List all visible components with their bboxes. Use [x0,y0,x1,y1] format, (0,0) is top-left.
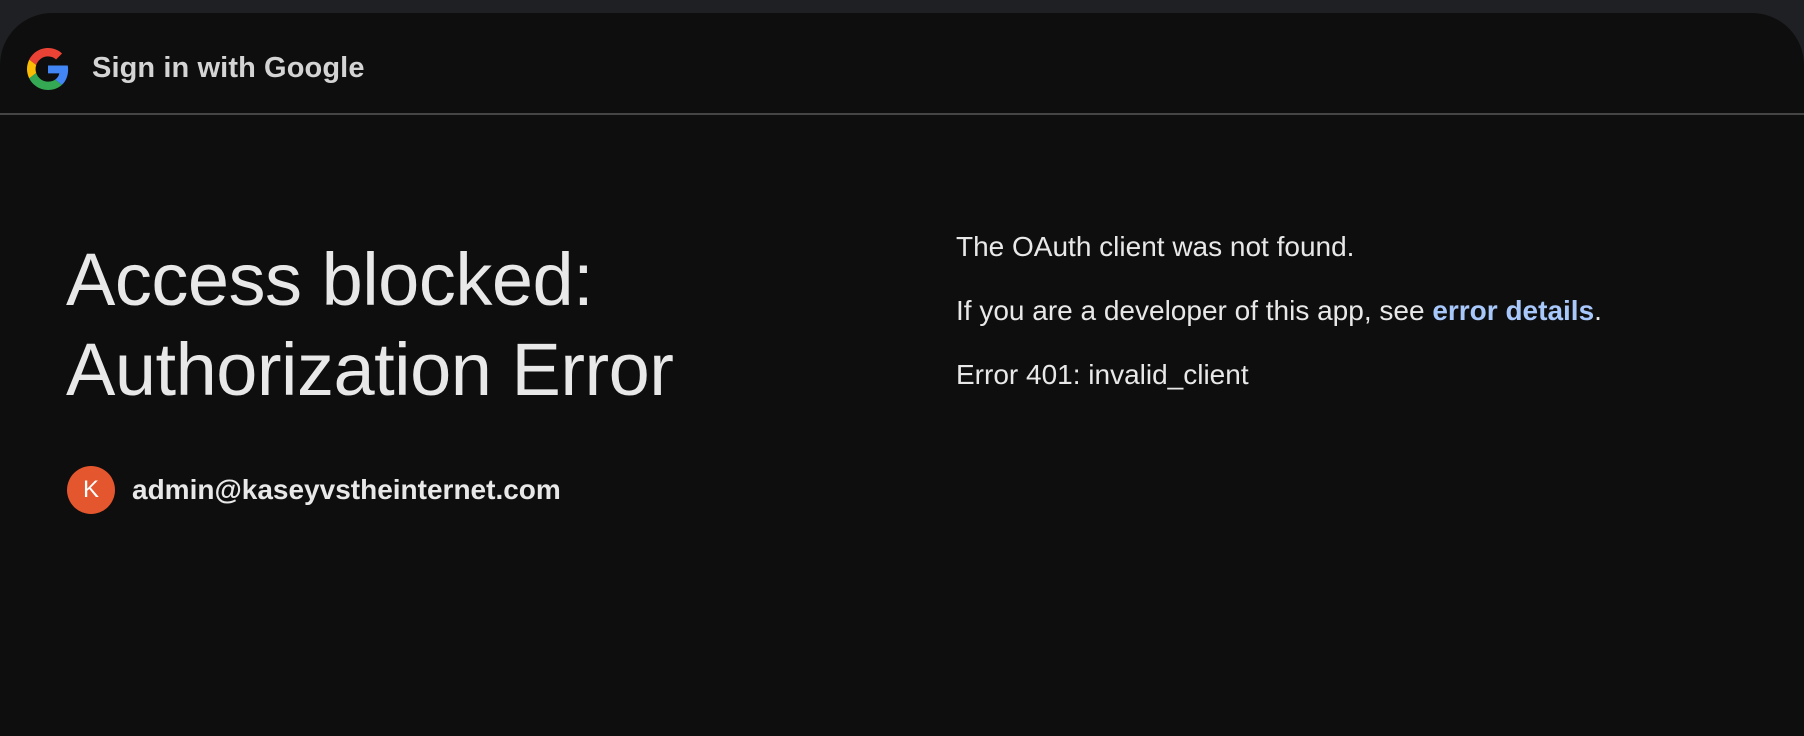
account-chip[interactable]: K admin@kaseyvstheinternet.com [67,465,561,515]
developer-hint-prefix: If you are a developer of this app, see [956,295,1433,326]
header-title: Sign in with Google [92,52,365,84]
page-title-line-2: Authorization Error [66,328,674,411]
error-message: The OAuth client was not found. [956,231,1355,262]
avatar: K [67,466,115,514]
developer-hint-suffix: . [1594,295,1602,326]
google-g-logo-icon [27,48,69,90]
sign-in-dialog: Sign in with Google Access blocked: Auth… [0,13,1804,736]
dialog-header: Sign in with Google [0,13,1804,115]
developer-hint: If you are a developer of this app, see … [956,293,1602,329]
page-title-line-1: Access blocked: [66,238,594,321]
error-details-link[interactable]: error details [1432,295,1594,326]
page-title: Access blocked: Authorization Error [66,235,886,415]
error-code: Error 401: invalid_client [956,359,1249,390]
account-email: admin@kaseyvstheinternet.com [132,474,561,505]
